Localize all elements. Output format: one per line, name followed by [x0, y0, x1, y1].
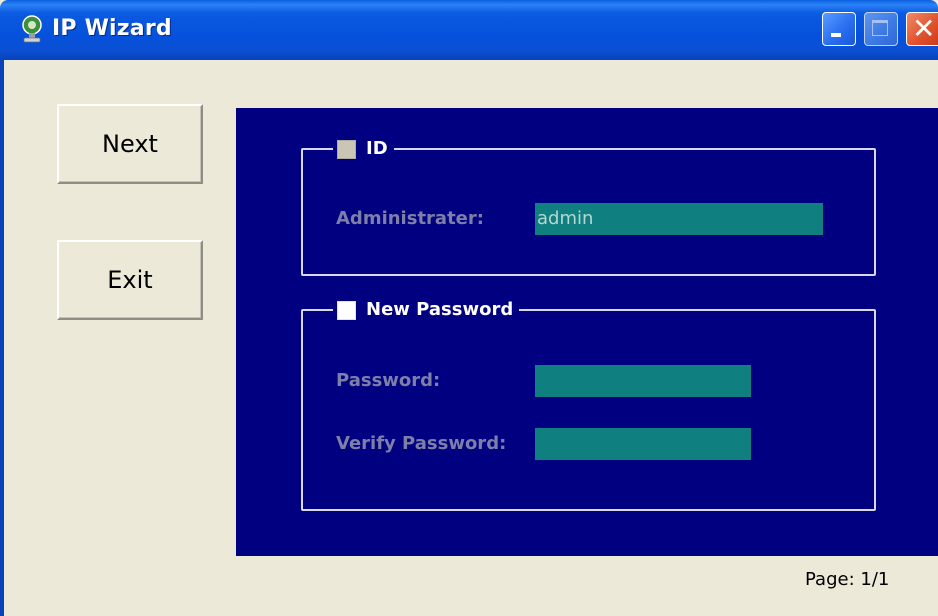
- id-group: ID Administrater:: [301, 136, 876, 276]
- close-button[interactable]: ✕: [906, 12, 938, 46]
- id-group-title: ID: [366, 138, 388, 159]
- window-left-border: [0, 60, 4, 616]
- minimize-button[interactable]: [822, 12, 856, 46]
- title-bar[interactable]: IP Wizard ✕: [0, 0, 938, 60]
- settings-panel: ID Administrater: New Password Password:…: [236, 108, 938, 556]
- password-field[interactable]: [535, 365, 751, 397]
- administrator-label: Administrater:: [336, 208, 484, 229]
- new-password-group: New Password Password: Verify Password:: [301, 297, 876, 511]
- new-password-group-title: New Password: [366, 299, 514, 320]
- page-indicator: Page: 1/1: [805, 569, 890, 590]
- verify-password-label: Verify Password:: [336, 433, 507, 454]
- new-password-group-legend: New Password: [333, 297, 520, 323]
- id-group-legend: ID: [333, 136, 394, 162]
- window-title: IP Wizard: [52, 16, 172, 41]
- close-icon: ✕: [912, 12, 936, 45]
- verify-password-field[interactable]: [535, 428, 751, 460]
- exit-button[interactable]: Exit: [57, 240, 203, 320]
- ip-wizard-window: IP Wizard ✕ Next Exit ID Administrater: …: [0, 0, 938, 616]
- new-password-checkbox[interactable]: [337, 300, 356, 320]
- administrator-field[interactable]: [535, 203, 823, 235]
- password-label: Password:: [336, 370, 441, 391]
- ip-wizard-app-icon: [22, 15, 42, 43]
- id-checkbox[interactable]: [337, 139, 356, 159]
- next-button[interactable]: Next: [57, 104, 203, 184]
- maximize-icon: [872, 20, 888, 36]
- minimize-icon: [831, 33, 841, 37]
- maximize-button: [864, 12, 898, 46]
